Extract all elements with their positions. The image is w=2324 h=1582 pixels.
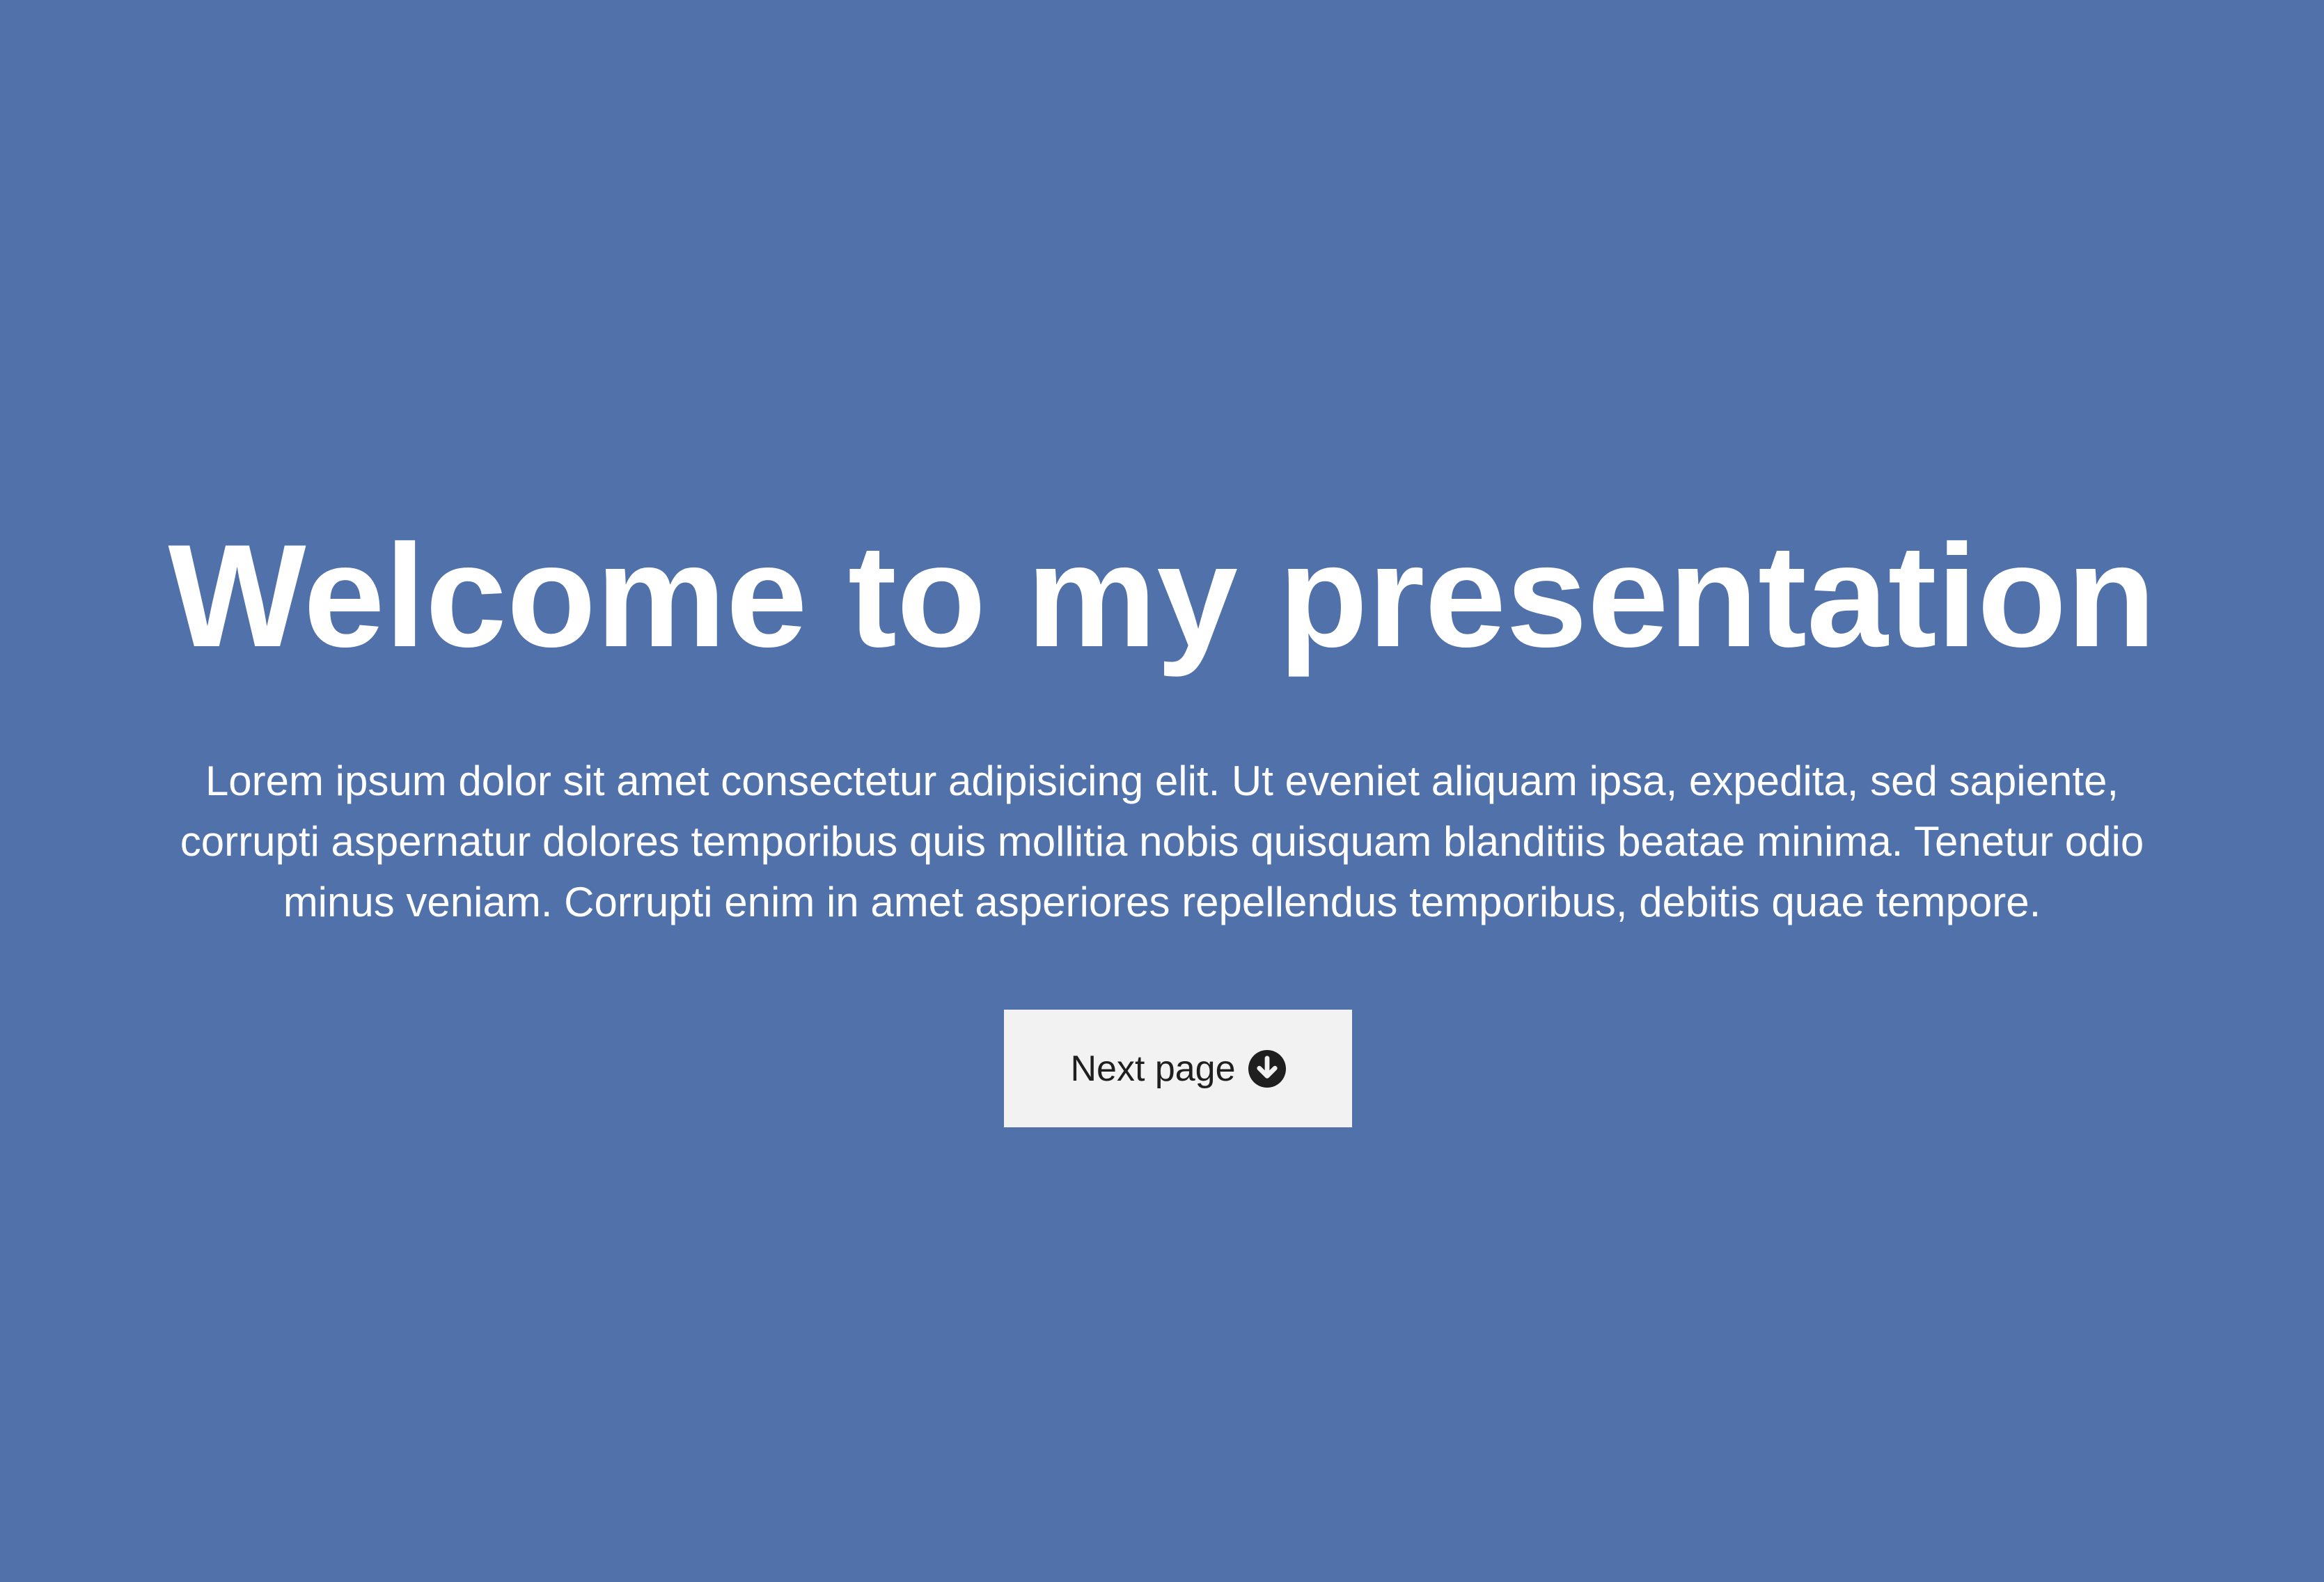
next-page-button-label: Next page (1070, 1048, 1236, 1089)
intro-paragraph: Lorem ipsum dolor sit amet consectetur a… (180, 758, 2144, 925)
hero-section: Welcome to my presentation Lorem ipsum d… (0, 0, 2324, 1582)
next-page-button[interactable]: Next page (1004, 1010, 1352, 1127)
page-title: Welcome to my presentation (168, 514, 2156, 678)
arrow-circle-down-icon (1248, 1049, 1286, 1088)
